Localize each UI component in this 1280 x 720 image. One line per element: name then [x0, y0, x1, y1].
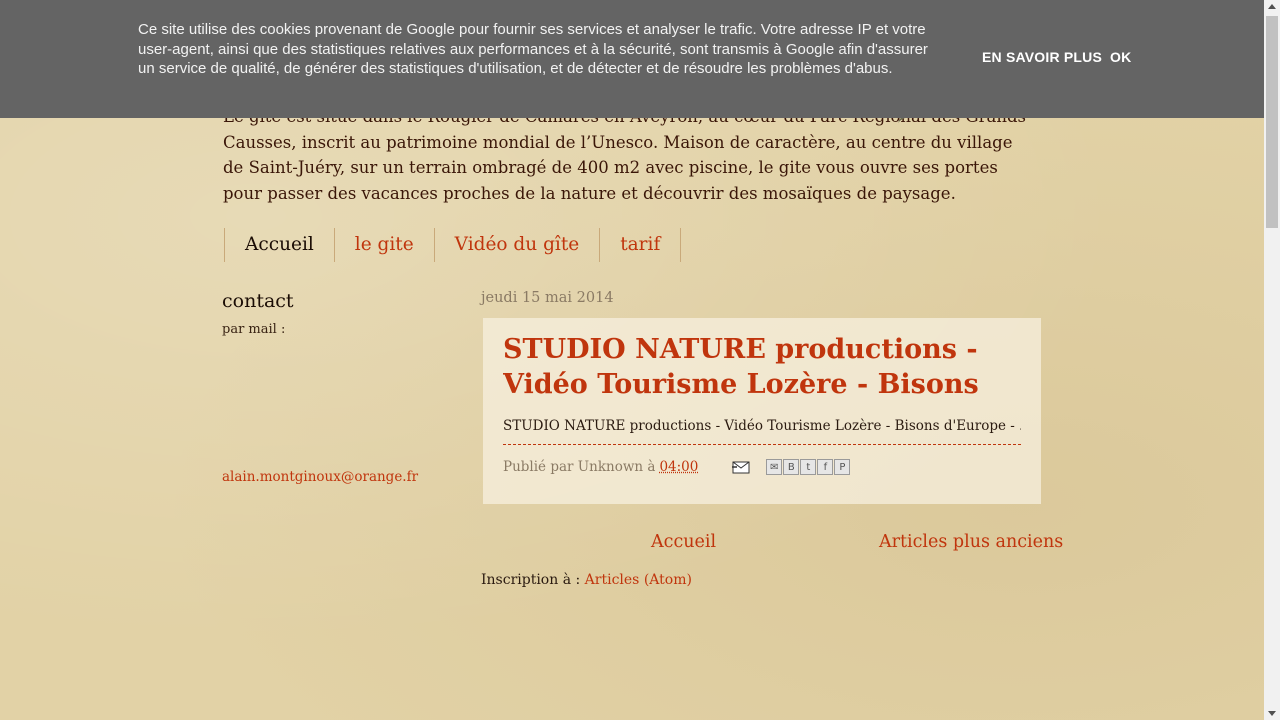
scrollbar-thumb[interactable]	[1266, 16, 1278, 228]
email-share-icon[interactable]: ✉	[766, 459, 783, 475]
cookie-banner: Ce site utilise des cookies provenant de…	[0, 0, 1264, 118]
tab-tarif[interactable]: tarif	[600, 228, 682, 262]
tab-video-du-gite[interactable]: Vidéo du gîte	[435, 228, 601, 262]
post-separator	[503, 444, 1021, 445]
contact-label: par mail :	[222, 322, 286, 337]
sidebar-contact: contact par mail : alain.montginoux@oran…	[222, 290, 452, 485]
cookie-notice-text: Ce site utilise des cookies provenant de…	[138, 21, 928, 77]
pinterest-share-icon[interactable]: P	[834, 459, 851, 475]
share-buttons: ✉ B t f P	[766, 459, 851, 475]
pager-older-posts-link[interactable]: Articles plus anciens	[879, 532, 1063, 552]
scroll-down-arrow-icon[interactable]	[1268, 711, 1276, 716]
post-snippet: STUDIO NATURE productions - Vidéo Touris…	[503, 418, 1021, 434]
vertical-scrollbar[interactable]	[1264, 0, 1280, 720]
nav-tabs: Accueil le gite Vidéo du gîte tarif	[224, 228, 682, 262]
post-title-link[interactable]: STUDIO NATURE productions - Vidéo Touris…	[503, 332, 1021, 402]
post-date: jeudi 15 mai 2014	[481, 290, 614, 306]
email-post-icon[interactable]	[732, 461, 750, 474]
post-footer: Publié par Unknown à 04:00 ✉ B t f P	[503, 459, 1021, 475]
contact-email-link[interactable]: alain.montginoux@orange.fr	[222, 469, 418, 485]
subscribe-label: Inscription à :	[481, 572, 581, 588]
post-author: Publié par Unknown à	[503, 459, 656, 475]
post-time-link[interactable]: 04:00	[659, 459, 698, 475]
contact-title: contact	[222, 290, 294, 312]
tab-accueil[interactable]: Accueil	[225, 228, 335, 262]
post-card: STUDIO NATURE productions - Vidéo Touris…	[483, 318, 1041, 504]
scroll-up-arrow-icon[interactable]	[1268, 4, 1276, 9]
learn-more-button[interactable]: EN SAVOIR PLUS	[982, 49, 1102, 65]
subscribe-atom-link[interactable]: Articles (Atom)	[585, 572, 692, 588]
twitter-share-icon[interactable]: t	[800, 459, 817, 475]
cookie-ok-button[interactable]: OK	[1110, 49, 1131, 65]
tab-le-gite[interactable]: le gite	[335, 228, 435, 262]
subscribe-line: Inscription à : Articles (Atom)	[481, 572, 692, 588]
facebook-share-icon[interactable]: f	[817, 459, 834, 475]
blogger-share-icon[interactable]: B	[783, 459, 800, 475]
pager-home-link[interactable]: Accueil	[651, 532, 716, 552]
